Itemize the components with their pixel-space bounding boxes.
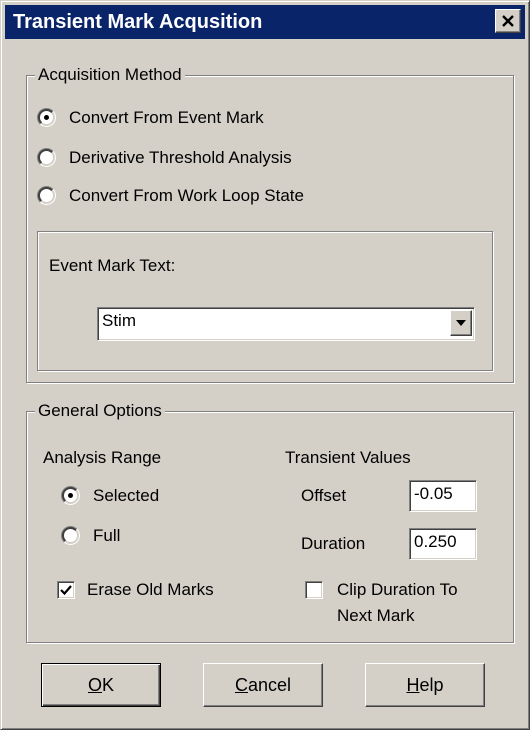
clip-duration-label-line1[interactable]: Clip Duration To bbox=[337, 579, 458, 601]
label-convert-from-event-mark[interactable]: Convert From Event Mark bbox=[69, 107, 264, 129]
cancel-button-label: ancel bbox=[247, 675, 292, 695]
offset-field[interactable]: -0.05 bbox=[409, 480, 477, 512]
help-button-label: elp bbox=[419, 675, 444, 695]
transient-mark-dialog: Transient Mark Acqusition Acquisition Me… bbox=[0, 0, 530, 730]
chevron-down-icon bbox=[456, 320, 466, 326]
clip-duration-label-line2[interactable]: Next Mark bbox=[337, 605, 414, 627]
radio-selected-dot bbox=[68, 493, 73, 498]
general-options-legend: General Options bbox=[35, 401, 165, 421]
duration-field[interactable]: 0.250 bbox=[409, 528, 477, 560]
label-convert-from-work-loop-state[interactable]: Convert From Work Loop State bbox=[69, 185, 304, 207]
checkmark-icon bbox=[60, 585, 72, 596]
label-derivative-threshold-analysis[interactable]: Derivative Threshold Analysis bbox=[69, 147, 292, 169]
cancel-button[interactable]: Cancel bbox=[203, 663, 323, 707]
close-icon bbox=[502, 15, 514, 27]
event-mark-box bbox=[37, 231, 493, 371]
duration-field-value: 0.250 bbox=[414, 532, 457, 551]
label-range-selected[interactable]: Selected bbox=[93, 485, 159, 507]
title-bar[interactable]: Transient Mark Acqusition bbox=[5, 5, 525, 39]
help-button-accel: H bbox=[406, 675, 420, 695]
close-button[interactable] bbox=[495, 9, 521, 33]
offset-field-value: -0.05 bbox=[414, 484, 453, 503]
label-range-full[interactable]: Full bbox=[93, 525, 120, 547]
erase-old-marks-label[interactable]: Erase Old Marks bbox=[87, 579, 214, 601]
radio-selected-dot bbox=[44, 115, 49, 120]
ok-button[interactable]: OK bbox=[41, 663, 161, 707]
cancel-button-accel: C bbox=[234, 675, 248, 695]
duration-label: Duration bbox=[301, 534, 366, 553]
transient-values-label: Transient Values bbox=[285, 448, 411, 467]
clip-duration-checkbox[interactable] bbox=[305, 581, 323, 599]
event-mark-text-label: Event Mark Text: bbox=[49, 256, 176, 275]
event-mark-combobox-value: Stim bbox=[102, 311, 136, 330]
ok-button-label: K bbox=[102, 675, 115, 695]
erase-old-marks-checkbox[interactable] bbox=[57, 581, 75, 599]
radio-range-full[interactable] bbox=[61, 526, 80, 545]
radio-convert-from-event-mark[interactable] bbox=[37, 108, 56, 127]
combobox-dropdown-button[interactable] bbox=[450, 310, 472, 336]
radio-range-selected[interactable] bbox=[61, 486, 80, 505]
radio-convert-from-work-loop-state[interactable] bbox=[37, 186, 56, 205]
offset-label: Offset bbox=[301, 486, 347, 505]
help-button[interactable]: Help bbox=[365, 663, 485, 707]
acquisition-method-legend: Acquisition Method bbox=[35, 65, 185, 85]
event-mark-combobox[interactable]: Stim bbox=[97, 307, 475, 341]
analysis-range-label: Analysis Range bbox=[43, 448, 162, 467]
ok-button-accel: O bbox=[87, 675, 102, 695]
radio-derivative-threshold-analysis[interactable] bbox=[37, 148, 56, 167]
window-title: Transient Mark Acqusition bbox=[13, 11, 263, 33]
